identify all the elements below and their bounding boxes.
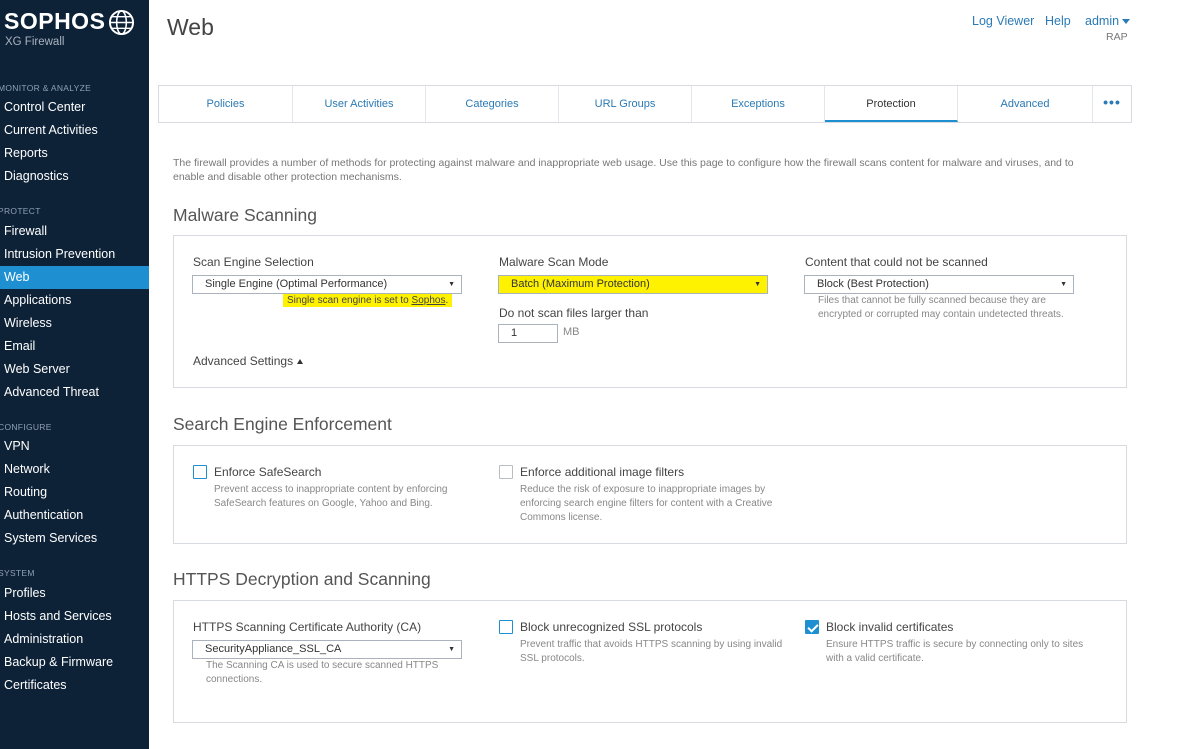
scanning-ca-select[interactable]: SecurityAppliance_SSL_CA ▼ [192,640,462,659]
sidebar-item-email[interactable]: Email [0,335,149,358]
file-size-unit: MB [563,326,580,338]
block-invalid-certs-help: Ensure HTTPS traffic is secure by connec… [826,639,1084,664]
page-title: Web [167,14,214,40]
image-filters-label: Enforce additional image filters [520,465,685,479]
chevron-up-icon [297,359,304,365]
safesearch-checkbox[interactable] [193,465,207,479]
tab-protection[interactable]: Protection [825,86,958,122]
image-filters-help: Reduce the risk of exposure to inappropr… [520,484,773,523]
dropdown-arrow-icon: ▼ [754,281,761,288]
section-label-configure: CONFIGURE [0,422,52,432]
tab-bar: Policies User Activities Categories URL … [158,85,1132,123]
scan-engine-note-text: Single scan engine is set to [287,295,412,306]
globe-logo-icon [108,9,135,36]
dropdown-arrow-icon: ▼ [448,646,455,653]
block-ssl-protocols-help: Prevent traffic that avoids HTTPS scanni… [520,639,783,664]
scan-engine-select[interactable]: Single Engine (Optimal Performance) ▼ [192,275,462,294]
page-description: The firewall provides a number of method… [173,157,1074,183]
tab-exceptions[interactable]: Exceptions [692,86,825,122]
tab-policies[interactable]: Policies [159,86,293,122]
dropdown-arrow-icon: ▼ [1060,281,1067,288]
malware-panel: Scan Engine Selection Single Engine (Opt… [173,235,1127,388]
scan-engine-note: Single scan engine is set to Sophos. [283,294,453,307]
sidebar-item-firewall[interactable]: Firewall [0,220,149,243]
malware-section-title: Malware Scanning [173,205,317,225]
sidebar-item-hosts-and-services[interactable]: Hosts and Services [0,605,149,628]
sidebar-item-authentication[interactable]: Authentication [0,504,149,527]
scan-mode-value: Batch (Maximum Protection) [511,278,650,290]
https-section-title: HTTPS Decryption and Scanning [173,569,431,589]
tab-url-groups[interactable]: URL Groups [559,86,692,122]
safesearch-help: Prevent access to inappropriate content … [214,484,448,509]
sidebar-item-system-services[interactable]: System Services [0,527,149,550]
scan-mode-label: Malware Scan Mode [499,255,609,269]
sidebar-item-profiles[interactable]: Profiles [0,582,149,605]
search-panel: Enforce SafeSearch Prevent access to ina… [173,445,1127,544]
sidebar-item-administration[interactable]: Administration [0,628,149,651]
advanced-settings-label: Advanced Settings [193,354,294,368]
product-name: XG Firewall [5,36,65,48]
sidebar-item-web[interactable]: Web [0,266,149,289]
user-sub-label: RAP [1106,31,1128,43]
scan-mode-select[interactable]: Batch (Maximum Protection) ▼ [498,275,768,294]
sidebar-item-routing[interactable]: Routing [0,481,149,504]
logo: SOPHOS XG Firewall [4,8,135,48]
sidebar: SOPHOS XG Firewall MONITOR & ANALYZE Con… [0,0,149,749]
sidebar-item-reports[interactable]: Reports [0,142,149,165]
section-label-monitor: MONITOR & ANALYZE [0,83,92,93]
brand-name: SOPHOS [4,8,106,34]
unscanned-content-label: Content that could not be scanned [805,255,988,269]
user-menu[interactable]: admin [1085,14,1131,28]
section-label-system: SYSTEM [0,568,35,578]
safesearch-label: Enforce SafeSearch [214,465,322,479]
unscanned-content-help: Files that cannot be fully scanned becau… [818,295,1064,320]
sophos-link[interactable]: Sophos [412,295,446,306]
image-filters-checkbox[interactable] [499,465,513,479]
block-invalid-certs-checkbox[interactable] [805,620,819,634]
sidebar-item-diagnostics[interactable]: Diagnostics [0,165,149,188]
unscanned-content-value: Block (Best Protection) [817,278,929,290]
sidebar-item-web-server[interactable]: Web Server [0,358,149,381]
sidebar-item-applications[interactable]: Applications [0,289,149,312]
user-name: admin [1085,14,1120,28]
help-link[interactable]: Help [1045,14,1071,28]
sidebar-item-advanced-threat[interactable]: Advanced Threat [0,381,149,404]
sidebar-item-current-activities[interactable]: Current Activities [0,119,149,142]
sidebar-item-network[interactable]: Network [0,458,149,481]
block-invalid-certs-label: Block invalid certificates [826,620,954,634]
scanning-ca-value: SecurityAppliance_SSL_CA [205,643,342,655]
sidebar-item-certificates[interactable]: Certificates [0,674,149,697]
block-ssl-protocols-label: Block unrecognized SSL protocols [520,620,703,634]
search-section-title: Search Engine Enforcement [173,414,392,434]
sidebar-item-intrusion-prevention[interactable]: Intrusion Prevention [0,243,149,266]
advanced-settings-toggle[interactable]: Advanced Settings [193,354,304,368]
block-ssl-protocols-checkbox[interactable] [499,620,513,634]
unscanned-content-select[interactable]: Block (Best Protection) ▼ [804,275,1074,294]
scan-engine-label: Scan Engine Selection [193,255,314,269]
tab-user-activities[interactable]: User Activities [293,86,426,122]
more-tabs-icon[interactable]: ••• [1093,86,1131,122]
scanning-ca-help: The Scanning CA is used to secure scanne… [206,660,439,685]
chevron-down-icon [1122,19,1131,25]
scan-engine-note-suffix: . [445,295,449,306]
sidebar-item-wireless[interactable]: Wireless [0,312,149,335]
dropdown-arrow-icon: ▼ [448,281,455,288]
sidebar-item-vpn[interactable]: VPN [0,435,149,458]
https-panel: HTTPS Scanning Certificate Authority (CA… [173,600,1127,723]
log-viewer-link[interactable]: Log Viewer [972,14,1034,28]
sidebar-item-backup-firmware[interactable]: Backup & Firmware [0,651,149,674]
max-file-size-input[interactable]: 1 [498,324,558,343]
tab-advanced[interactable]: Advanced [958,86,1093,122]
section-label-protect: PROTECT [0,206,41,216]
sidebar-item-control-center[interactable]: Control Center [0,96,149,119]
scan-engine-value: Single Engine (Optimal Performance) [205,278,388,290]
scanning-ca-label: HTTPS Scanning Certificate Authority (CA… [193,620,422,634]
tab-categories[interactable]: Categories [426,86,559,122]
max-file-size-label: Do not scan files larger than [499,306,649,320]
